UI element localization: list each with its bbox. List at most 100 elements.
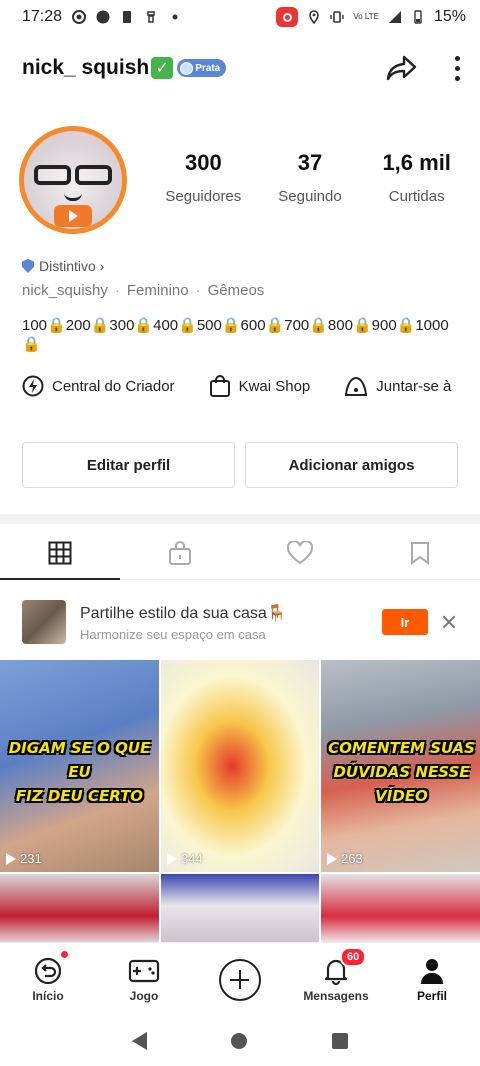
- avatar-image: [24, 131, 122, 229]
- promo-banner[interactable]: Partilhe estilo da sua casa🪑 Harmonize s…: [0, 586, 480, 658]
- edit-profile-button[interactable]: Editar perfil: [22, 442, 235, 488]
- plus-icon: [219, 958, 261, 1001]
- bookmark-icon: [411, 541, 429, 565]
- gender: Feminino: [126, 282, 189, 299]
- stat-value: 1,6 mil: [382, 150, 451, 175]
- video-thumbnail[interactable]: [161, 874, 319, 942]
- join-label: Juntar-se à: [376, 377, 452, 395]
- creator-shortcuts: Central do Criador Kwai Shop Juntar-se à: [22, 374, 480, 398]
- distintivo-link[interactable]: Distintivo ›: [22, 258, 104, 274]
- nav-profile[interactable]: Perfil: [384, 943, 480, 1016]
- lightning-icon: [22, 375, 44, 397]
- play-icon: [327, 852, 337, 865]
- video-caption: DIGAM SE O QUE EU FIZ DEU CERTO: [8, 739, 151, 805]
- content-tabs: [0, 526, 480, 580]
- video-thumbnail[interactable]: 344: [161, 660, 319, 872]
- tent-icon: [345, 376, 368, 396]
- battery-icon: [414, 10, 422, 24]
- location-icon: [309, 10, 320, 24]
- recent-apps-icon[interactable]: [331, 1033, 348, 1049]
- zodiac: Gêmeos: [207, 282, 265, 299]
- video-thumbnail[interactable]: DIGAM SE O QUE EU FIZ DEU CERTO 231: [0, 660, 159, 872]
- share-icon[interactable]: [386, 54, 418, 82]
- bio-text: 100🔒200🔒300🔒400🔒500🔒600🔒700🔒800🔒900🔒1000…: [22, 317, 449, 353]
- level-badge-label: Prata: [195, 62, 221, 74]
- avatar[interactable]: [19, 126, 127, 234]
- home-icon[interactable]: [231, 1033, 248, 1049]
- profile-header: nick_ squish ✓ Prata: [22, 46, 462, 90]
- promo-text: Partilhe estilo da sua casa🪑 Harmonize s…: [80, 603, 287, 642]
- profile-meta: nick_squishy · Feminino · Gêmeos: [22, 282, 265, 299]
- notification-dot: [61, 951, 68, 958]
- avatar-glasses: [34, 165, 112, 185]
- nav-messages[interactable]: 60 Mensagens: [288, 943, 384, 1016]
- section-divider: [0, 514, 480, 524]
- live-play-icon: [54, 205, 92, 227]
- tab-likes[interactable]: [240, 526, 360, 579]
- tab-grid[interactable]: [0, 526, 120, 580]
- shield-icon: [22, 259, 34, 273]
- promo-thumbnail: [22, 600, 66, 644]
- heart-icon: [286, 540, 314, 564]
- stat-likes[interactable]: 1,6 mil Curtidas: [363, 150, 470, 205]
- bottom-navigation: Início Jogo 60 Mensagens Perfil: [0, 942, 480, 1016]
- promo-go-button[interactable]: Ir: [382, 609, 428, 635]
- status-right: Vo LTE 15%: [276, 7, 466, 27]
- record-icon: [72, 10, 87, 24]
- kwai-shop-label: Kwai Shop: [238, 377, 311, 395]
- lock-bag-icon: [169, 540, 191, 565]
- nav-game[interactable]: Jogo: [96, 943, 192, 1016]
- close-icon[interactable]: [440, 613, 458, 631]
- usb-icon: [147, 11, 155, 23]
- nav-label: Início: [32, 988, 64, 1003]
- system-navigation: [0, 1016, 480, 1066]
- more-options-icon[interactable]: [452, 55, 462, 81]
- add-friends-button[interactable]: Adicionar amigos: [245, 442, 458, 488]
- home-back-icon: [34, 957, 62, 984]
- view-count: 263: [327, 851, 363, 866]
- signal-icon: [388, 11, 401, 23]
- creator-center-link[interactable]: Central do Criador: [22, 375, 175, 397]
- clock: 17:28: [22, 8, 63, 25]
- battery-saver-icon: [123, 11, 132, 23]
- shopping-bag-icon: [209, 375, 230, 397]
- kwai-shop-link[interactable]: Kwai Shop: [209, 374, 311, 398]
- video-thumbnail[interactable]: [321, 874, 480, 942]
- verified-check-icon: ✓: [151, 57, 174, 79]
- screen-record-icon: [276, 7, 299, 27]
- stat-value: 37: [297, 150, 323, 175]
- nav-create[interactable]: [192, 943, 288, 1016]
- nav-home[interactable]: Início: [0, 943, 96, 1016]
- distintivo-label: Distintivo ›: [39, 258, 105, 274]
- handle: nick_squishy: [22, 282, 108, 299]
- stat-label: Seguindo: [278, 188, 342, 205]
- promo-subtitle: Harmonize seu espaço em casa: [80, 626, 266, 642]
- video-grid: DIGAM SE O QUE EU FIZ DEU CERTO 231 344 …: [0, 660, 480, 942]
- app-icon: [96, 10, 110, 24]
- level-badge[interactable]: Prata: [177, 59, 227, 77]
- view-count: 231: [6, 851, 42, 866]
- nav-label: Perfil: [416, 988, 447, 1003]
- notification-icons: [72, 10, 182, 24]
- badge-icon: [180, 61, 194, 75]
- grid-icon: [48, 541, 72, 564]
- header-actions: [386, 54, 462, 82]
- person-icon: [421, 958, 443, 984]
- message-badge: 60: [340, 947, 367, 967]
- creator-center-label: Central do Criador: [52, 377, 175, 395]
- stat-following[interactable]: 37 Seguindo: [257, 150, 364, 205]
- gamepad-icon: [128, 959, 160, 982]
- stat-value: 300: [184, 150, 222, 175]
- play-icon: [167, 852, 177, 865]
- nav-label: Jogo: [129, 988, 159, 1003]
- back-icon[interactable]: [132, 1032, 148, 1050]
- video-thumbnail[interactable]: COMENTEM SUAS DÚVIDAS NESSE VÍDEO 263: [321, 660, 480, 872]
- video-thumbnail[interactable]: [0, 874, 159, 942]
- view-count: 344: [167, 851, 203, 866]
- tab-saved[interactable]: [360, 526, 480, 579]
- stat-followers[interactable]: 300 Seguidores: [150, 150, 257, 205]
- join-link[interactable]: Juntar-se à: [344, 375, 451, 397]
- video-caption: COMENTEM SUAS DÚVIDAS NESSE VÍDEO: [328, 739, 475, 805]
- promo-title: Partilhe estilo da sua casa🪑: [80, 604, 287, 622]
- tab-private[interactable]: [120, 526, 240, 579]
